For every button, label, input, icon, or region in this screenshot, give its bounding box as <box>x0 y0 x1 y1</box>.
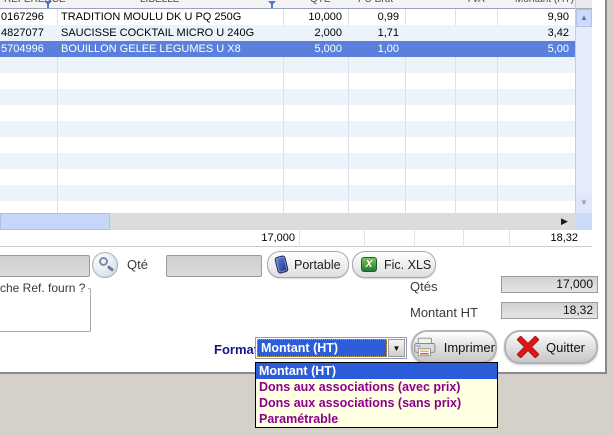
table-totals-row: 17,000 18,32 <box>0 230 592 247</box>
xls-export-button[interactable]: X Fic. XLS <box>352 251 436 278</box>
table-row[interactable]: 0167296 TRADITION MOULU DK U PQ 250G 10,… <box>0 9 575 25</box>
xls-button-label: Fic. XLS <box>384 258 431 272</box>
table-row[interactable]: 4827077 SAUCISSE COCKTAIL MICRO U 240G 2… <box>0 25 575 41</box>
dropdown-option[interactable]: Paramétrable <box>256 411 497 427</box>
total-amount: 18,32 <box>490 230 578 246</box>
header-qty: QTE <box>310 0 331 5</box>
horizontal-scrollbar[interactable]: ▶ <box>0 213 592 230</box>
format-dropdown-list: Montant (HT) Dons aux associations (avec… <box>255 362 498 428</box>
dropdown-option[interactable]: Dons aux associations (avec prix) <box>256 379 497 395</box>
sum-amount-label: Montant HT <box>410 305 478 320</box>
groupbox-label: che Ref. fourn ? <box>0 281 88 295</box>
app-screen: REFERENCE LIBELLE QTE PU Brut TVA Montan… <box>0 0 614 435</box>
printer-icon <box>413 336 437 358</box>
qty-label: Qté <box>127 257 148 272</box>
print-button-label: Imprimer <box>444 340 495 355</box>
search-ref-input[interactable] <box>0 255 90 277</box>
scrollbar-thumb[interactable] <box>0 213 110 230</box>
header-unit-price: PU Brut <box>358 0 393 5</box>
print-button[interactable]: Imprimer <box>411 330 497 364</box>
cell-unit-price: 1,71 <box>350 25 399 41</box>
handheld-device-icon <box>274 255 289 274</box>
quit-button-label: Quitter <box>546 340 585 355</box>
cell-amount: 3,42 <box>498 25 569 41</box>
header-amount: Montant (HT) <box>515 0 574 5</box>
search-button[interactable] <box>92 252 118 278</box>
cell-reference: 5704996 <box>1 41 55 57</box>
combobox-dropdown-arrow-icon[interactable]: ▼ <box>388 339 405 357</box>
table-corner-button[interactable] <box>576 0 592 9</box>
excel-file-icon: X <box>361 257 377 272</box>
cell-amount: 9,90 <box>498 9 569 25</box>
cell-unit-price: 0,99 <box>350 9 399 25</box>
header-reference: REFERENCE <box>4 0 66 5</box>
cell-amount: 5,00 <box>498 41 569 57</box>
dropdown-option[interactable]: Montant (HT) <box>256 363 497 379</box>
sum-amount-field: 18,32 <box>501 302 598 319</box>
qty-input[interactable] <box>166 255 262 277</box>
table-row-selected[interactable]: 5704996 BOUILLON GELEE LEGUMES U X8 5,00… <box>0 41 575 57</box>
red-x-icon <box>517 336 539 358</box>
dropdown-option[interactable]: Dons aux associations (sans prix) <box>256 395 497 411</box>
format-selected-value: Montant (HT) <box>257 339 387 357</box>
cell-libelle: SAUCISSE COCKTAIL MICRO U 240G <box>61 25 280 41</box>
format-label: Format <box>214 342 258 357</box>
cell-qty: 5,000 <box>284 41 342 57</box>
cell-qty: 2,000 <box>284 25 342 41</box>
sort-filter-icon[interactable] <box>268 1 276 8</box>
sum-qty-field: 17,000 <box>501 276 598 293</box>
product-table: REFERENCE LIBELLE QTE PU Brut TVA Montan… <box>0 0 592 247</box>
portable-button[interactable]: Portable <box>267 251 349 278</box>
quit-button[interactable]: Quitter <box>504 330 598 364</box>
scroll-right-arrow-icon[interactable]: ▶ <box>556 213 573 230</box>
cell-libelle: TRADITION MOULU DK U PQ 250G <box>61 9 280 25</box>
magnifier-icon <box>99 257 108 266</box>
cell-libelle: BOUILLON GELEE LEGUMES U X8 <box>61 41 280 57</box>
header-libelle: LIBELLE <box>140 0 179 5</box>
format-combobox[interactable]: Montant (HT) ▼ <box>255 337 407 359</box>
app-window: REFERENCE LIBELLE QTE PU Brut TVA Montan… <box>0 0 607 374</box>
portable-button-label: Portable <box>294 258 341 272</box>
cell-qty: 10,000 <box>284 9 342 25</box>
sum-qty-label: Qtés <box>410 279 437 294</box>
cell-reference: 4827077 <box>1 25 55 41</box>
cell-reference: 0167296 <box>1 9 55 25</box>
cell-unit-price: 1,00 <box>350 41 399 57</box>
scroll-down-arrow-icon[interactable]: ▼ <box>576 195 592 213</box>
scrollbar-corner <box>575 213 592 230</box>
vertical-scrollbar[interactable]: ▲ ▼ <box>575 0 592 213</box>
total-qty: 17,000 <box>200 230 295 246</box>
table-header[interactable]: REFERENCE LIBELLE QTE PU Brut TVA Montan… <box>0 0 575 9</box>
scroll-up-arrow-icon[interactable]: ▲ <box>576 9 592 27</box>
header-tva: TVA <box>466 0 485 5</box>
